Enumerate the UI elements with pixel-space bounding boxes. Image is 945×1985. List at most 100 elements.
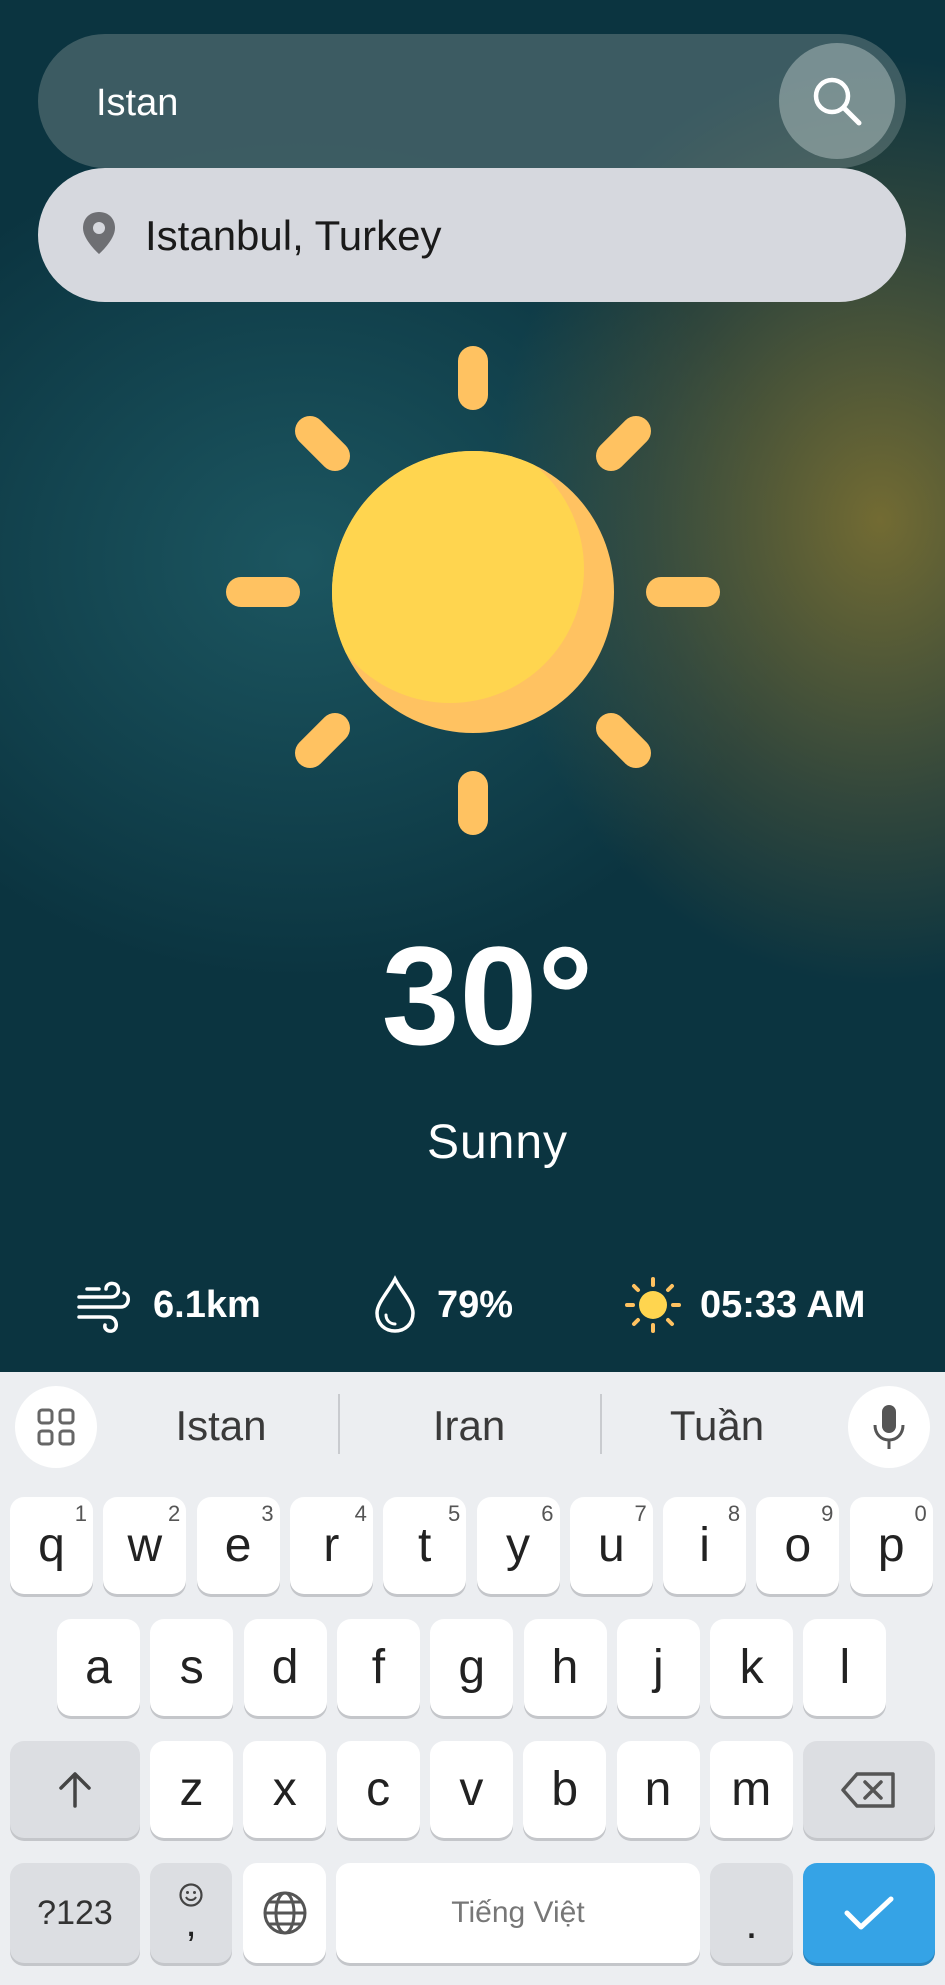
key-label: w bbox=[127, 1519, 163, 1572]
language-key[interactable] bbox=[243, 1863, 326, 1963]
voice-input-button[interactable] bbox=[848, 1386, 930, 1468]
key-m[interactable]: m bbox=[709, 1741, 793, 1838]
search-icon bbox=[813, 77, 862, 126]
key-q[interactable]: q1 bbox=[10, 1497, 93, 1594]
key-label: v bbox=[459, 1763, 484, 1816]
wind-value: 6.1km bbox=[153, 1283, 261, 1326]
key-label: j bbox=[652, 1641, 664, 1694]
key-label: z bbox=[179, 1763, 204, 1816]
key-label: f bbox=[371, 1641, 386, 1694]
key-label: l bbox=[839, 1641, 851, 1694]
key-g[interactable]: g bbox=[430, 1619, 514, 1716]
sunrise-stat: 05:33 AM bbox=[624, 1265, 865, 1345]
checkmark-icon bbox=[844, 1896, 894, 1930]
key-label: d bbox=[271, 1641, 299, 1694]
key-u[interactable]: u7 bbox=[569, 1497, 653, 1594]
backspace-key[interactable] bbox=[803, 1741, 935, 1838]
search-input[interactable]: Istan bbox=[96, 82, 178, 125]
key-hint: 7 bbox=[634, 1501, 647, 1526]
key-e[interactable]: e3 bbox=[196, 1497, 280, 1594]
period-key[interactable]: . bbox=[710, 1863, 793, 1963]
key-v[interactable]: v bbox=[429, 1741, 513, 1838]
keyboard-suggestion-bar: Istan Iran Tuần bbox=[0, 1372, 945, 1484]
comma-key[interactable]: , bbox=[150, 1863, 232, 1963]
comma-label: , bbox=[185, 1901, 197, 1945]
symbols-label: ?123 bbox=[37, 1893, 113, 1932]
key-label: b bbox=[551, 1763, 579, 1816]
key-y[interactable]: y6 bbox=[476, 1497, 560, 1594]
weather-stats: 6.1km 79% 05:33 AM bbox=[0, 1265, 945, 1345]
key-label: i bbox=[699, 1519, 710, 1572]
keyboard-suggestion[interactable]: Iran bbox=[369, 1402, 569, 1450]
search-button[interactable] bbox=[779, 43, 895, 159]
key-t[interactable]: t5 bbox=[383, 1497, 467, 1594]
key-l[interactable]: l bbox=[803, 1619, 887, 1716]
key-h[interactable]: h bbox=[523, 1619, 607, 1716]
key-z[interactable]: z bbox=[150, 1741, 233, 1838]
key-label: s bbox=[179, 1641, 204, 1694]
key-n[interactable]: n bbox=[616, 1741, 700, 1838]
grid-icon bbox=[37, 1408, 75, 1446]
period-label: . bbox=[745, 1899, 758, 1948]
key-b[interactable]: b bbox=[523, 1741, 607, 1838]
microphone-icon bbox=[873, 1405, 905, 1449]
wind-stat: 6.1km bbox=[75, 1265, 261, 1345]
key-w[interactable]: w2 bbox=[103, 1497, 187, 1594]
key-s[interactable]: s bbox=[150, 1619, 234, 1716]
key-c[interactable]: c bbox=[336, 1741, 420, 1838]
key-label: c bbox=[366, 1763, 391, 1816]
key-label: m bbox=[731, 1763, 772, 1816]
key-o[interactable]: o9 bbox=[756, 1497, 840, 1594]
key-label: e bbox=[224, 1519, 252, 1572]
keyboard-suggestion[interactable]: Istan bbox=[121, 1402, 321, 1450]
key-label: x bbox=[272, 1763, 297, 1816]
key-a[interactable]: a bbox=[57, 1619, 140, 1716]
key-d[interactable]: d bbox=[243, 1619, 327, 1716]
key-label: u bbox=[597, 1519, 625, 1572]
weather-condition: Sunny bbox=[426, 1116, 569, 1169]
key-hint: 6 bbox=[541, 1501, 554, 1526]
key-label: q bbox=[38, 1519, 65, 1572]
key-hint: 3 bbox=[261, 1501, 274, 1526]
location-suggestion[interactable]: Istanbul, Turkey bbox=[38, 168, 906, 302]
key-hint: 9 bbox=[821, 1501, 834, 1526]
water-drop-icon bbox=[375, 1275, 415, 1333]
key-label: t bbox=[418, 1519, 432, 1572]
sunrise-time: 05:33 AM bbox=[700, 1283, 866, 1326]
key-k[interactable]: k bbox=[710, 1619, 794, 1716]
space-key[interactable]: Tiếng Việt bbox=[336, 1863, 700, 1963]
symbols-key[interactable]: ?123 bbox=[10, 1863, 140, 1963]
humidity-stat: 79% bbox=[371, 1265, 513, 1345]
key-x[interactable]: x bbox=[243, 1741, 327, 1838]
key-label: h bbox=[551, 1641, 579, 1694]
globe-icon bbox=[263, 1891, 306, 1935]
location-pin-icon bbox=[83, 212, 115, 254]
suggestion-label: Istanbul, Turkey bbox=[145, 212, 442, 259]
key-hint: 2 bbox=[168, 1501, 181, 1526]
keyboard-suggestion[interactable]: Tuần bbox=[617, 1402, 817, 1450]
key-hint: 5 bbox=[447, 1501, 461, 1526]
search-bar[interactable]: Istan bbox=[38, 34, 906, 168]
key-hint: 1 bbox=[74, 1501, 87, 1526]
key-hint: 8 bbox=[727, 1501, 741, 1526]
space-label: Tiếng Việt bbox=[451, 1896, 585, 1929]
key-hint: 4 bbox=[354, 1501, 367, 1526]
key-r[interactable]: r4 bbox=[289, 1497, 373, 1594]
key-j[interactable]: j bbox=[616, 1619, 700, 1716]
key-i[interactable]: i8 bbox=[663, 1497, 747, 1594]
key-f[interactable]: f bbox=[336, 1619, 420, 1716]
key-label: r bbox=[323, 1519, 340, 1572]
shift-arrow-icon bbox=[59, 1771, 91, 1808]
key-label: p bbox=[877, 1519, 905, 1572]
shift-key[interactable] bbox=[10, 1741, 140, 1838]
enter-key[interactable] bbox=[803, 1863, 935, 1963]
key-p[interactable]: p0 bbox=[849, 1497, 933, 1594]
wind-icon bbox=[77, 1281, 130, 1333]
key-label: k bbox=[739, 1641, 764, 1694]
divider bbox=[338, 1394, 340, 1454]
key-hint: 0 bbox=[914, 1501, 927, 1526]
key-label: y bbox=[506, 1519, 530, 1572]
divider bbox=[600, 1394, 602, 1454]
key-label: a bbox=[85, 1641, 112, 1694]
keyboard-menu-button[interactable] bbox=[15, 1386, 97, 1468]
